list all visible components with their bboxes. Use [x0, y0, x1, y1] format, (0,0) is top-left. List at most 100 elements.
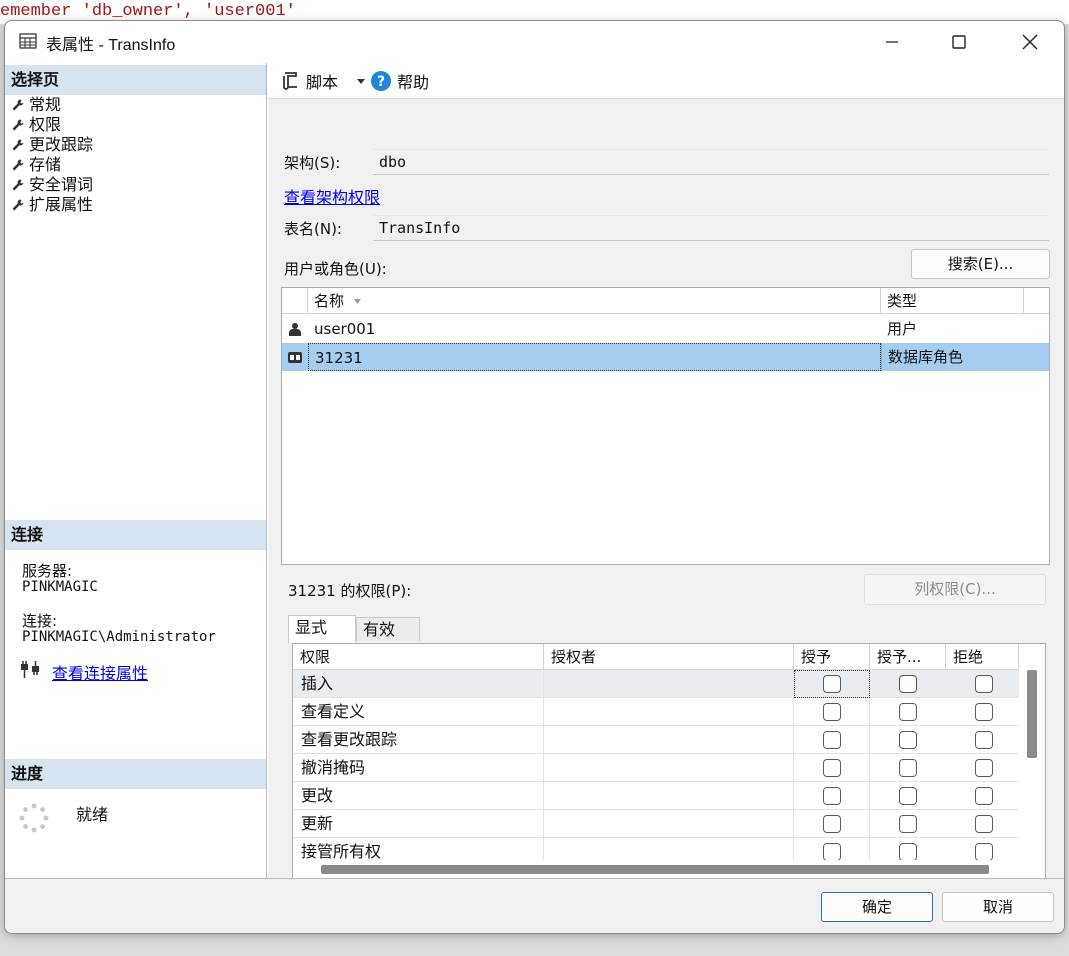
view-schema-permissions-link[interactable]: 查看架构权限: [284, 184, 380, 208]
vertical-scrollbar[interactable]: [1019, 670, 1045, 860]
database-role-icon: [288, 352, 302, 363]
permission-name: 撤消掩码: [293, 754, 544, 782]
table-properties-dialog: 表属性 - TransInfo 选择页 常规 权限 更改跟踪 存储 安全谓词 扩…: [4, 20, 1065, 934]
grant-checkbox[interactable]: [823, 759, 841, 777]
ok-button[interactable]: 确定: [821, 892, 933, 922]
dialog-footer: 确定 取消: [5, 878, 1064, 933]
table-name-field: TransInfo: [373, 215, 1049, 241]
deny-checkbox[interactable]: [975, 675, 993, 693]
page-item-security-predicates[interactable]: 安全谓词: [11, 175, 93, 195]
page-item-label: 常规: [29, 95, 62, 114]
table-row[interactable]: 更改: [293, 782, 1019, 810]
column-header-grantor[interactable]: 授权者: [544, 644, 794, 670]
tab-explicit[interactable]: 显式: [288, 615, 356, 643]
table-name-label: 表名(N):: [284, 220, 342, 238]
grant-checkbox[interactable]: [823, 703, 841, 721]
deny-checkbox[interactable]: [975, 815, 993, 833]
table-row[interactable]: user001 用户: [282, 315, 1049, 343]
deny-checkbox[interactable]: [975, 843, 993, 861]
window-title: 表属性 - TransInfo: [46, 37, 176, 54]
connection-label: 连接:: [22, 612, 58, 630]
maximize-icon: [952, 35, 966, 49]
plug-icon: [21, 661, 39, 678]
select-page-header: 选择页: [5, 65, 266, 95]
grant-checkbox[interactable]: [823, 815, 841, 833]
wrench-icon: [12, 179, 24, 191]
close-button[interactable]: [1000, 21, 1060, 63]
search-button[interactable]: 搜索(E)...: [911, 249, 1050, 279]
page-item-label: 安全谓词: [29, 175, 94, 194]
page-item-extended-properties[interactable]: 扩展属性: [11, 195, 93, 215]
user-icon: [289, 323, 301, 336]
table-row[interactable]: 更新: [293, 810, 1019, 838]
grant-checkbox[interactable]: [823, 843, 841, 861]
title-bar: 表属性 - TransInfo: [5, 21, 1064, 63]
help-button[interactable]: ? 帮助: [370, 69, 429, 93]
progress-spinner-icon: [19, 803, 49, 833]
deny-checkbox[interactable]: [975, 703, 993, 721]
maximize-button[interactable]: [929, 21, 989, 63]
page-list: 常规 权限 更改跟踪 存储 安全谓词 扩展属性: [11, 95, 93, 215]
wrench-icon: [12, 199, 24, 211]
script-dropdown-button[interactable]: [356, 69, 366, 93]
page-item-label: 更改跟踪: [29, 135, 94, 154]
horizontal-scrollbar-thumb[interactable]: [321, 865, 989, 874]
page-item-general[interactable]: 常规: [11, 95, 93, 115]
connection-value: PINKMAGIC\Administrator: [22, 629, 216, 645]
wrench-icon: [12, 139, 24, 151]
deny-checkbox[interactable]: [975, 787, 993, 805]
table-row[interactable]: 查看定义: [293, 698, 1019, 726]
deny-checkbox[interactable]: [975, 731, 993, 749]
with-grant-checkbox[interactable]: [899, 787, 917, 805]
table-row[interactable]: 撤消掩码: [293, 754, 1019, 782]
cancel-button[interactable]: 取消: [942, 892, 1054, 922]
grantor-cell: [544, 698, 794, 726]
permission-name: 更改: [293, 782, 544, 810]
table-row[interactable]: 31231 数据库角色: [282, 343, 1049, 371]
grant-checkbox[interactable]: [823, 675, 841, 693]
column-header-name[interactable]: 名称: [308, 288, 881, 314]
close-icon: [1022, 34, 1038, 50]
wrench-icon: [12, 159, 24, 171]
horizontal-scrollbar[interactable]: [293, 860, 1019, 878]
minimize-button[interactable]: [862, 21, 922, 63]
connection-header: 连接: [5, 520, 266, 550]
view-connection-properties-link[interactable]: 查看连接属性: [52, 660, 148, 684]
with-grant-checkbox[interactable]: [899, 815, 917, 833]
vertical-scrollbar-thumb[interactable]: [1027, 670, 1037, 758]
column-header-filler: [1024, 288, 1049, 314]
permissions-grid: 权限 授权者 授予 授予... 拒绝 插入 查看定义 查看更改跟踪 撤消掩码 更…: [292, 643, 1046, 879]
help-icon: ?: [371, 71, 391, 91]
column-header-permission[interactable]: 权限: [293, 644, 544, 670]
with-grant-checkbox[interactable]: [899, 731, 917, 749]
toolbar: 脚本 ? 帮助: [268, 63, 1064, 99]
with-grant-checkbox[interactable]: [899, 843, 917, 861]
wrench-icon: [12, 119, 24, 131]
page-item-change-tracking[interactable]: 更改跟踪: [11, 135, 93, 155]
column-header-with-grant[interactable]: 授予...: [870, 644, 946, 670]
page-item-permissions[interactable]: 权限: [11, 115, 93, 135]
column-header-deny[interactable]: 拒绝: [946, 644, 1019, 670]
principal-name: 31231: [308, 343, 881, 371]
principals-grid: 名称 类型 user001 用户 31231 数据库角色: [281, 287, 1050, 565]
table-row[interactable]: 插入: [293, 670, 1019, 698]
with-grant-checkbox[interactable]: [899, 759, 917, 777]
table-row[interactable]: 查看更改跟踪: [293, 726, 1019, 754]
page-item-storage[interactable]: 存储: [11, 155, 93, 175]
grantor-cell: [544, 810, 794, 838]
table-icon: [19, 33, 37, 49]
users-roles-label: 用户或角色(U):: [284, 260, 387, 278]
column-permissions-button[interactable]: 列权限(C)...: [864, 574, 1046, 605]
deny-checkbox[interactable]: [975, 759, 993, 777]
page-item-label: 存储: [29, 155, 62, 174]
script-icon: [283, 72, 297, 90]
script-button[interactable]: 脚本: [280, 69, 338, 93]
with-grant-checkbox[interactable]: [899, 675, 917, 693]
with-grant-checkbox[interactable]: [899, 703, 917, 721]
column-header-type[interactable]: 类型: [881, 288, 1024, 314]
tab-effective[interactable]: 有效: [356, 617, 420, 641]
grant-checkbox[interactable]: [823, 787, 841, 805]
sort-arrow-icon: [353, 299, 361, 304]
grant-checkbox[interactable]: [823, 731, 841, 749]
column-header-grant[interactable]: 授予: [794, 644, 870, 670]
